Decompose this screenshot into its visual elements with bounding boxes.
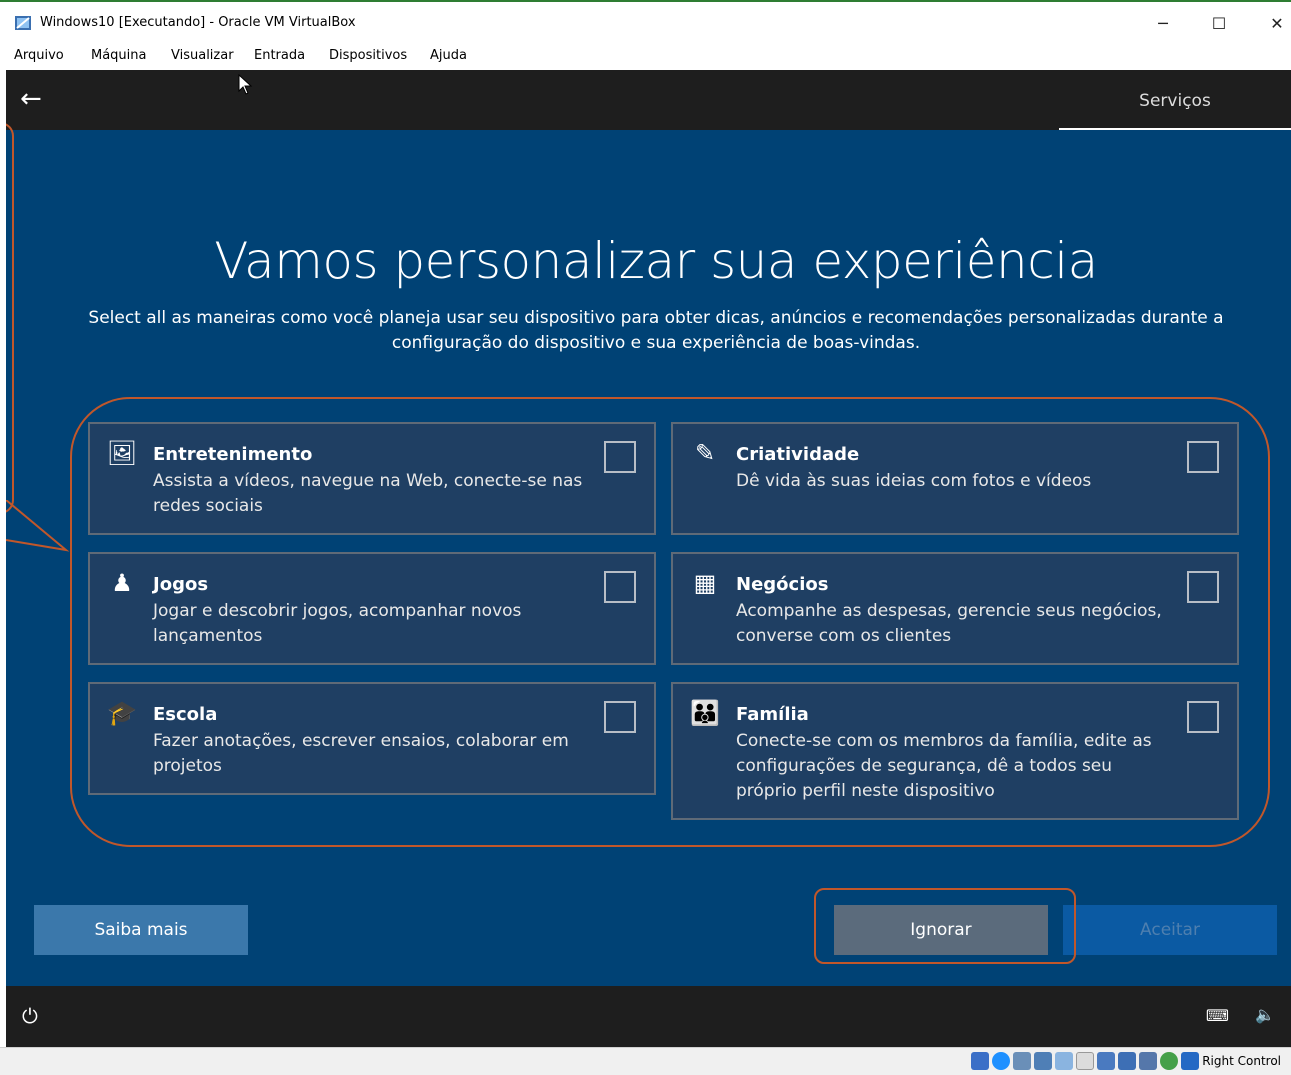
mouse-integration-icon[interactable]: [1160, 1052, 1178, 1070]
annotation-callout-tail: [6, 500, 70, 552]
checkbox[interactable]: [604, 701, 636, 733]
card-description: Jogar e descobrir jogos, acompanhar novo…: [153, 601, 522, 646]
card-title: Negócios: [736, 574, 829, 595]
card-familia[interactable]: 👪 Família Conecte-se com os membros da f…: [671, 682, 1239, 820]
device-status-icons: [971, 1052, 1199, 1070]
checkbox[interactable]: [604, 571, 636, 603]
learn-more-button[interactable]: Saiba mais: [34, 905, 248, 955]
video-capture-icon[interactable]: [1097, 1052, 1115, 1070]
card-description: Conecte-se com os membros da família, ed…: [736, 731, 1152, 801]
close-button[interactable]: ✕: [1260, 11, 1291, 37]
window-title: Windows10 [Executando] - Oracle VM Virtu…: [40, 15, 356, 30]
vbox-icon[interactable]: [1139, 1052, 1157, 1070]
family-icon: 👪: [690, 699, 720, 727]
accept-button[interactable]: Aceitar: [1063, 905, 1277, 955]
optical-drive-icon[interactable]: [971, 1052, 989, 1070]
menu-arquivo[interactable]: Arquivo: [14, 48, 64, 63]
card-negocios[interactable]: ▦ Negócios Acompanhe as despesas, gerenc…: [671, 552, 1239, 665]
page-subtitle: Select all as maneiras como você planeja…: [88, 308, 1224, 353]
annotation-callout: [6, 122, 14, 514]
back-arrow-icon[interactable]: ←: [20, 84, 52, 116]
volume-icon[interactable]: 🔈: [1255, 1005, 1275, 1024]
menu-visualizar[interactable]: Visualizar: [171, 48, 234, 63]
card-title: Criatividade: [736, 444, 860, 465]
entertainment-icon: 🖼: [106, 439, 138, 467]
menu-entrada[interactable]: Entrada: [254, 48, 305, 63]
network-icon[interactable]: [1013, 1052, 1031, 1070]
page-title: Vamos personalizar sua experiência: [214, 232, 1098, 290]
menu-maquina[interactable]: Máquina: [91, 48, 147, 63]
audio-icon[interactable]: [992, 1052, 1010, 1070]
gaming-icon: ♟: [111, 569, 133, 597]
card-title: Jogos: [153, 574, 209, 595]
menu-ajuda[interactable]: Ajuda: [430, 48, 467, 63]
display-icon[interactable]: [1076, 1052, 1094, 1070]
business-icon: ▦: [693, 569, 717, 597]
school-icon: 🎓: [107, 699, 137, 727]
virtualbox-window: Windows10 [Executando] - Oracle VM Virtu…: [0, 0, 1291, 1075]
card-description: Fazer anotações, escrever ensaios, colab…: [153, 731, 569, 776]
card-title: Entretenimento: [153, 444, 313, 465]
card-description: Acompanhe as despesas, gerencie seus neg…: [736, 601, 1162, 646]
card-jogos[interactable]: ♟ Jogos Jogar e descobrir jogos, acompan…: [88, 552, 656, 665]
checkbox[interactable]: [1187, 571, 1219, 603]
menu-bar: Arquivo Máquina Visualizar Entrada Dispo…: [0, 42, 1291, 70]
mouse-cursor-icon: [238, 74, 253, 95]
card-description: Dê vida às suas ideias com fotos e vídeo…: [736, 471, 1092, 491]
card-title: Escola: [153, 704, 218, 725]
card-title: Família: [736, 704, 809, 725]
oobe-bottom-bar: ⏻ ⌨ 🔈: [6, 986, 1291, 1047]
shared-folders-icon[interactable]: [1055, 1052, 1073, 1070]
checkbox[interactable]: [1187, 441, 1219, 473]
checkbox[interactable]: [604, 441, 636, 473]
card-entretenimento[interactable]: 🖼 Entretenimento Assista a vídeos, naveg…: [88, 422, 656, 535]
tab-servicos: Serviços: [1059, 70, 1291, 130]
card-criatividade[interactable]: ✎ Criatividade Dê vida às suas ideias co…: [671, 422, 1239, 535]
cpu-icon[interactable]: [1118, 1052, 1136, 1070]
checkbox[interactable]: [1187, 701, 1219, 733]
maximize-button[interactable]: ☐: [1202, 11, 1236, 37]
virtualbox-app-icon: [15, 16, 31, 30]
oobe-top-bar: ← Serviços: [6, 70, 1291, 130]
menu-dispositivos[interactable]: Dispositivos: [329, 48, 407, 63]
vm-screen[interactable]: ← Serviços Vamos personalizar sua experi…: [6, 70, 1291, 1047]
card-escola[interactable]: 🎓 Escola Fazer anotações, escrever ensai…: [88, 682, 656, 795]
host-key-label: Right Control: [1202, 1054, 1281, 1068]
card-description: Assista a vídeos, navegue na Web, conect…: [153, 471, 583, 516]
keyboard-capture-icon[interactable]: [1181, 1052, 1199, 1070]
creativity-icon: ✎: [694, 439, 716, 467]
status-bar: Right Control: [0, 1047, 1291, 1075]
minimize-button[interactable]: ─: [1146, 11, 1180, 37]
usb-icon[interactable]: [1034, 1052, 1052, 1070]
title-bar: Windows10 [Executando] - Oracle VM Virtu…: [0, 4, 1291, 42]
ease-of-access-icon[interactable]: ⏻: [22, 1004, 38, 1028]
annotation-highlight-skip: [814, 888, 1076, 964]
keyboard-icon[interactable]: ⌨: [1206, 1006, 1229, 1025]
